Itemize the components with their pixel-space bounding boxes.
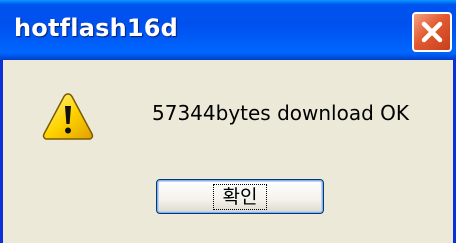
- window-title: hotflash16d: [14, 14, 179, 42]
- dialog-window: hotflash16d 57344bytes download OK 확인: [0, 0, 456, 243]
- title-bar[interactable]: hotflash16d: [0, 0, 456, 60]
- dialog-message: 57344bytes download OK: [152, 101, 410, 125]
- close-icon: [421, 21, 443, 43]
- close-button[interactable]: [412, 12, 452, 52]
- ok-button-label: 확인: [212, 183, 268, 210]
- warning-icon: [41, 90, 95, 144]
- ok-button[interactable]: 확인: [156, 179, 324, 214]
